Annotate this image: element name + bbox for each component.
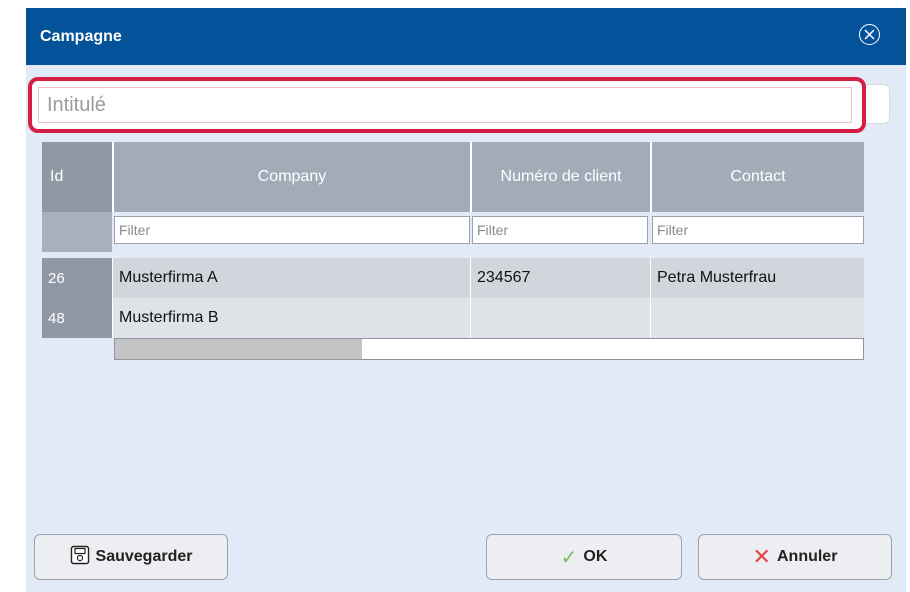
- cell-company: Musterfirma B: [112, 298, 470, 338]
- cancel-button-label: Annuler: [776, 548, 838, 565]
- scrollbar-thumb[interactable]: [115, 339, 362, 359]
- filter-customer-number-input[interactable]: [472, 216, 648, 244]
- cell-contact: [650, 298, 864, 338]
- title-input[interactable]: [38, 87, 852, 123]
- filter-company-input[interactable]: [114, 216, 470, 244]
- horizontal-scrollbar[interactable]: [114, 338, 864, 360]
- filter-contact-input[interactable]: [652, 216, 864, 244]
- column-header-customer-number[interactable]: Numéro de client: [470, 142, 650, 212]
- table-row[interactable]: 26 Musterfirma A 234567 Petra Musterfrau: [42, 258, 864, 298]
- cell-company: Musterfirma A: [112, 258, 470, 298]
- x-icon: ✕: [752, 544, 771, 569]
- row-id: 48: [42, 298, 112, 338]
- column-header-contact[interactable]: Contact: [650, 142, 864, 212]
- column-header-company[interactable]: Company: [112, 142, 470, 212]
- cell-customer-number: [470, 298, 650, 338]
- cancel-button[interactable]: ✕ Annuler: [698, 534, 892, 580]
- table-row[interactable]: 48 Musterfirma B: [42, 298, 864, 338]
- save-button-label: Sauvegarder: [95, 548, 193, 565]
- dialog-title: Campagne: [40, 28, 122, 45]
- ok-button[interactable]: ✓ OK: [486, 534, 682, 580]
- title-field-highlight: [28, 77, 866, 133]
- column-header-id[interactable]: Id: [42, 142, 112, 212]
- cell-customer-number: 234567: [470, 258, 650, 298]
- campaign-dialog: Campagne Id Company Numéro de client Con…: [26, 8, 906, 592]
- filter-row-id-cell: [42, 212, 112, 252]
- save-icon: [70, 545, 90, 570]
- side-panel-edge: [866, 84, 890, 124]
- save-button[interactable]: Sauvegarder: [34, 534, 228, 580]
- title-bar: Campagne: [26, 8, 906, 65]
- cell-contact: Petra Musterfrau: [650, 258, 864, 298]
- row-id: 26: [42, 258, 112, 298]
- ok-button-label: OK: [583, 548, 608, 565]
- close-icon[interactable]: [859, 24, 880, 45]
- check-icon: ✓: [560, 546, 578, 569]
